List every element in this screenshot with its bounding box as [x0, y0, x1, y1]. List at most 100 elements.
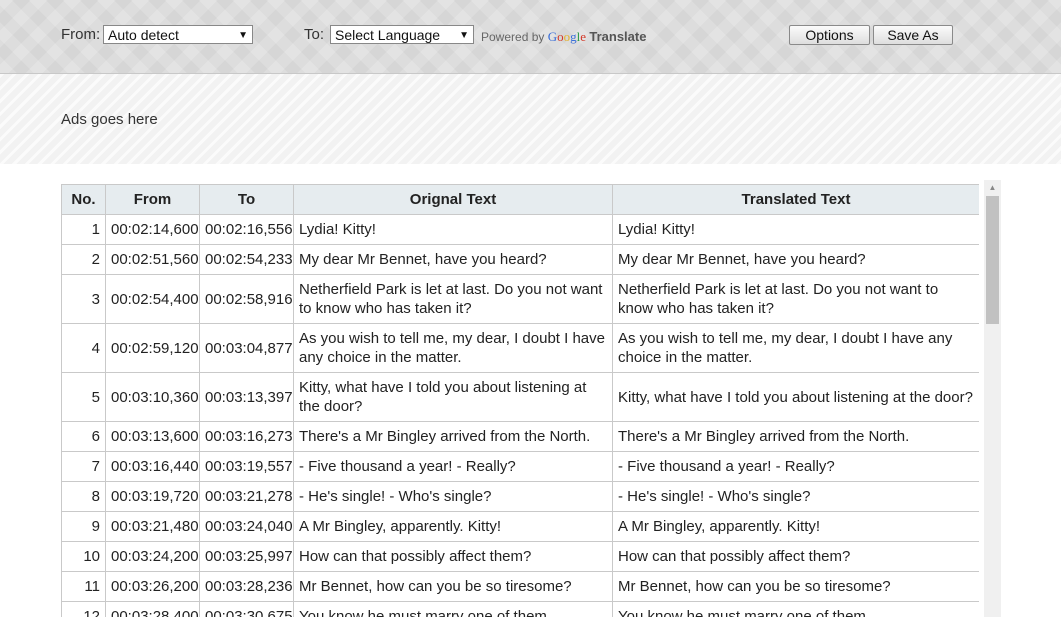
cell-to: 00:03:19,557: [199, 451, 294, 482]
table-row[interactable]: 3 00:02:54,400 00:02:58,916 Netherfield Par…: [61, 274, 979, 324]
cell-from: 00:03:13,600: [105, 421, 200, 452]
cell-to: 00:03:21,278: [199, 481, 294, 512]
subtitle-table: No. From To Orignal Text Translated Text…: [61, 184, 979, 617]
cell-original-text: There's a Mr Bingley arrived from the No…: [293, 421, 613, 452]
cell-to: 00:03:16,273: [199, 421, 294, 452]
cell-to: 00:03:13,397: [199, 372, 294, 422]
scroll-up-arrow-icon[interactable]: ▲: [984, 180, 1001, 195]
table-row[interactable]: 11 00:03:26,200 00:03:28,236 Mr Bennet, how…: [61, 571, 979, 602]
cell-from: 00:02:59,120: [105, 323, 200, 373]
subtitle-table-container: No. From To Orignal Text Translated Text…: [61, 184, 979, 617]
ads-banner: Ads goes here: [0, 74, 1061, 164]
to-language-select[interactable]: Select Language ▼: [330, 25, 474, 44]
cell-original-text: A Mr Bingley, apparently. Kitty!: [293, 511, 613, 542]
table-row[interactable]: 12 00:03:28,400 00:03:30,675 You know he mu…: [61, 601, 979, 617]
table-row[interactable]: 4 00:02:59,120 00:03:04,877 As you wish to …: [61, 323, 979, 373]
cell-translated-text[interactable]: Mr Bennet, how can you be so tiresome?: [612, 571, 979, 602]
cell-from: 00:03:21,480: [105, 511, 200, 542]
cell-no: 9: [61, 511, 106, 542]
vertical-scrollbar[interactable]: ▲: [984, 180, 1001, 617]
cell-from: 00:03:28,400: [105, 601, 200, 617]
cell-to: 00:02:58,916: [199, 274, 294, 324]
header-translated-text: Translated Text: [612, 184, 979, 215]
cell-no: 5: [61, 372, 106, 422]
cell-no: 1: [61, 214, 106, 245]
cell-no: 6: [61, 421, 106, 452]
table-row[interactable]: 7 00:03:16,440 00:03:19,557- Five thousand…: [61, 451, 979, 482]
cell-no: 4: [61, 323, 106, 373]
scrollbar-thumb[interactable]: [986, 196, 999, 324]
cell-no: 2: [61, 244, 106, 275]
cell-translated-text[interactable]: You know he must marry one of them.: [612, 601, 979, 617]
header-from: From: [105, 184, 200, 215]
cell-original-text: You know he must marry one of them.: [293, 601, 613, 617]
cell-translated-text[interactable]: How can that possibly affect them?: [612, 541, 979, 572]
cell-from: 00:03:24,200: [105, 541, 200, 572]
cell-no: 11: [61, 571, 106, 602]
header-original-text: Orignal Text: [293, 184, 613, 215]
cell-to: 00:02:54,233: [199, 244, 294, 275]
cell-translated-text[interactable]: There's a Mr Bingley arrived from the No…: [612, 421, 979, 452]
cell-original-text: - Five thousand a year! - Really?: [293, 451, 613, 482]
cell-to: 00:03:28,236: [199, 571, 294, 602]
cell-translated-text[interactable]: Lydia! Kitty!: [612, 214, 979, 245]
dropdown-arrow-icon: ▼: [238, 30, 248, 41]
cell-to: 00:03:04,877: [199, 323, 294, 373]
cell-translated-text[interactable]: - He's single! - Who's single?: [612, 481, 979, 512]
cell-no: 12: [61, 601, 106, 617]
table-row[interactable]: 2 00:02:51,560 00:02:54,233 My dear Mr Benn…: [61, 244, 979, 275]
cell-from: 00:02:54,400: [105, 274, 200, 324]
save-as-button[interactable]: Save As: [873, 25, 953, 45]
table-header-row: No. From To Orignal Text Translated Text: [61, 184, 979, 215]
cell-from: 00:03:26,200: [105, 571, 200, 602]
cell-translated-text[interactable]: Netherfield Park is let at last. Do you …: [612, 274, 979, 324]
table-row[interactable]: 5 00:03:10,360 00:03:13,397 Kitty, what hav…: [61, 372, 979, 422]
cell-translated-text[interactable]: As you wish to tell me, my dear, I doubt…: [612, 323, 979, 373]
cell-translated-text[interactable]: Kitty, what have I told you about listen…: [612, 372, 979, 422]
cell-to: 00:03:30,675: [199, 601, 294, 617]
cell-no: 8: [61, 481, 106, 512]
header-to: To: [199, 184, 294, 215]
table-row[interactable]: 8 00:03:19,720 00:03:21,278- He's single! …: [61, 481, 979, 512]
cell-to: 00:03:24,040: [199, 511, 294, 542]
cell-from: 00:02:51,560: [105, 244, 200, 275]
powered-by-text: Powered by: [481, 30, 545, 44]
table-row[interactable]: 6 00:03:13,600 00:03:16,273 There's a Mr Bi…: [61, 421, 979, 452]
cell-from: 00:03:10,360: [105, 372, 200, 422]
from-language-value: Auto detect: [108, 27, 179, 43]
cell-translated-text[interactable]: - Five thousand a year! - Really?: [612, 451, 979, 482]
toolbar: From: Auto detect ▼ To: Select Language …: [0, 0, 1061, 74]
cell-original-text: - He's single! - Who's single?: [293, 481, 613, 512]
cell-original-text: How can that possibly affect them?: [293, 541, 613, 572]
cell-original-text: Mr Bennet, how can you be so tiresome?: [293, 571, 613, 602]
ads-text: Ads goes here: [61, 111, 158, 128]
cell-original-text: Lydia! Kitty!: [293, 214, 613, 245]
options-button[interactable]: Options: [789, 25, 870, 45]
to-language-value: Select Language: [335, 27, 441, 43]
translate-text: Translate: [589, 29, 647, 44]
from-language-select[interactable]: Auto detect ▼: [103, 25, 253, 44]
cell-original-text: Kitty, what have I told you about listen…: [293, 372, 613, 422]
cell-original-text: As you wish to tell me, my dear, I doubt…: [293, 323, 613, 373]
cell-original-text: My dear Mr Bennet, have you heard?: [293, 244, 613, 275]
table-row[interactable]: 9 00:03:21,480 00:03:24,040 A Mr Bingley, a…: [61, 511, 979, 542]
cell-no: 3: [61, 274, 106, 324]
header-no: No.: [61, 184, 106, 215]
google-logo: Google: [547, 29, 587, 44]
from-label: From:: [61, 26, 101, 43]
cell-original-text: Netherfield Park is let at last. Do you …: [293, 274, 613, 324]
table-row[interactable]: 1 00:02:14,600 00:02:16,556 Lydia! Kitty! Ly…: [61, 214, 979, 245]
cell-to: 00:02:16,556: [199, 214, 294, 245]
cell-no: 7: [61, 451, 106, 482]
powered-by-google[interactable]: Powered by Google Translate: [481, 29, 646, 45]
cell-translated-text[interactable]: My dear Mr Bennet, have you heard?: [612, 244, 979, 275]
dropdown-arrow-icon: ▼: [459, 30, 469, 41]
cell-from: 00:03:16,440: [105, 451, 200, 482]
cell-from: 00:02:14,600: [105, 214, 200, 245]
table-row[interactable]: 10 00:03:24,200 00:03:25,997 How can that p…: [61, 541, 979, 572]
cell-from: 00:03:19,720: [105, 481, 200, 512]
cell-to: 00:03:25,997: [199, 541, 294, 572]
cell-translated-text[interactable]: A Mr Bingley, apparently. Kitty!: [612, 511, 979, 542]
cell-no: 10: [61, 541, 106, 572]
to-label: To:: [304, 26, 325, 43]
